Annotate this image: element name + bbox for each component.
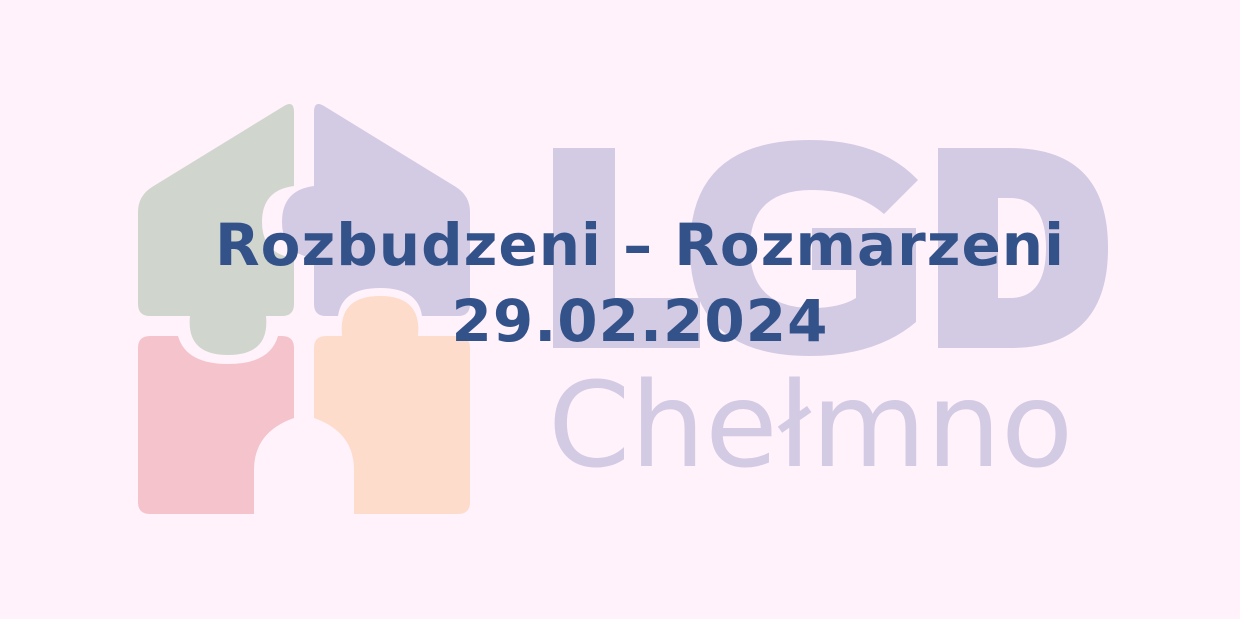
event-heading: Rozbudzeni – Rozmarzeni 29.02.2024	[0, 207, 1240, 359]
puzzle-piece-pink	[138, 336, 294, 514]
event-title: Rozbudzeni – Rozmarzeni	[215, 211, 1065, 279]
graphic-canvas: Chełmno Rozbudzeni – Rozmarzeni 29.02.20…	[0, 0, 1240, 619]
event-date: 29.02.2024	[451, 287, 829, 355]
town-wordmark: Chełmno	[548, 356, 1074, 494]
